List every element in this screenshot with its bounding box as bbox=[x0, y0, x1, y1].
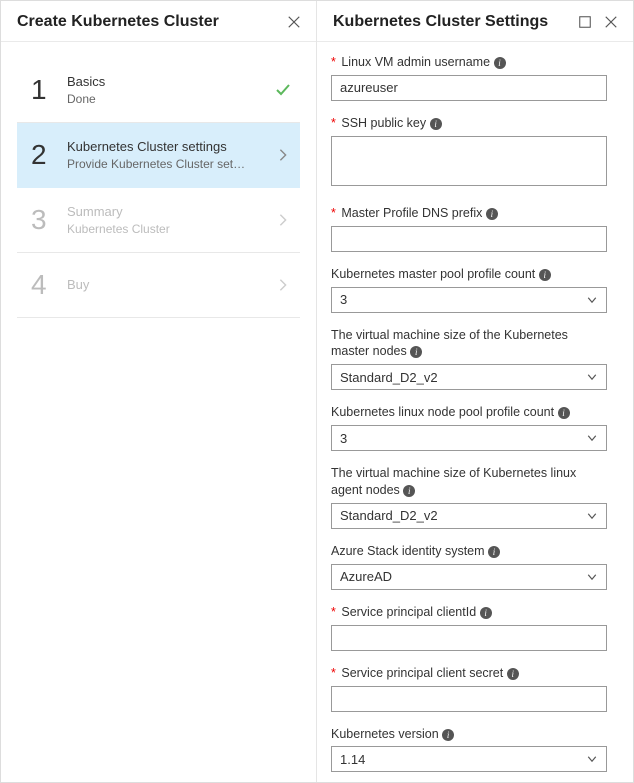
select-value: 3 bbox=[340, 431, 347, 446]
info-icon[interactable]: i bbox=[410, 346, 422, 358]
field-label: Master Profile DNS prefix bbox=[341, 206, 482, 220]
field-label: Service principal client secret bbox=[341, 666, 503, 680]
step-summary[interactable]: 3 Summary Kubernetes Cluster bbox=[17, 188, 300, 253]
required-marker: * bbox=[331, 116, 336, 130]
close-icon[interactable] bbox=[603, 14, 619, 30]
chevron-down-icon bbox=[586, 510, 598, 522]
field-k8s-version: Kubernetes version i 1.14 bbox=[331, 726, 607, 773]
step-number: 3 bbox=[31, 204, 61, 236]
field-label: Kubernetes linux node pool profile count bbox=[331, 405, 554, 419]
required-marker: * bbox=[331, 605, 336, 619]
right-panel-header: Kubernetes Cluster Settings bbox=[317, 1, 633, 42]
field-master-count: Kubernetes master pool profile count i 3 bbox=[331, 266, 607, 313]
chevron-right-icon bbox=[274, 278, 292, 292]
chevron-down-icon bbox=[586, 294, 598, 306]
step-buy[interactable]: 4 Buy bbox=[17, 253, 300, 318]
field-master-size: The virtual machine size of the Kubernet… bbox=[331, 327, 607, 391]
node-size-select[interactable]: Standard_D2_v2 bbox=[331, 503, 607, 529]
master-size-select[interactable]: Standard_D2_v2 bbox=[331, 364, 607, 390]
field-label: Linux VM admin username bbox=[341, 55, 490, 69]
select-value: Standard_D2_v2 bbox=[340, 370, 438, 385]
ssh-key-input[interactable] bbox=[331, 136, 607, 186]
chevron-down-icon bbox=[586, 571, 598, 583]
step-subtitle: Provide Kubernetes Cluster settin... bbox=[67, 157, 247, 171]
field-sp-secret: * Service principal client secret i bbox=[331, 665, 607, 712]
field-label: Kubernetes master pool profile count bbox=[331, 267, 535, 281]
step-title: Basics bbox=[67, 74, 274, 91]
required-marker: * bbox=[331, 206, 336, 220]
right-panel-title: Kubernetes Cluster Settings bbox=[333, 13, 548, 31]
info-icon[interactable]: i bbox=[442, 729, 454, 741]
field-node-count: Kubernetes linux node pool profile count… bbox=[331, 404, 607, 451]
chevron-down-icon bbox=[586, 753, 598, 765]
info-icon[interactable]: i bbox=[403, 485, 415, 497]
sp-clientid-input[interactable] bbox=[331, 625, 607, 651]
required-marker: * bbox=[331, 666, 336, 680]
field-label: Kubernetes version bbox=[331, 727, 439, 741]
step-number: 1 bbox=[31, 74, 61, 106]
maximize-icon[interactable] bbox=[577, 14, 593, 30]
field-identity-system: Azure Stack identity system i AzureAD bbox=[331, 543, 607, 590]
field-sp-clientid: * Service principal clientId i bbox=[331, 604, 607, 651]
linux-username-input[interactable] bbox=[331, 75, 607, 101]
check-icon bbox=[274, 82, 292, 98]
k8s-version-select[interactable]: 1.14 bbox=[331, 746, 607, 772]
info-icon[interactable]: i bbox=[507, 668, 519, 680]
step-title: Summary bbox=[67, 204, 274, 221]
field-node-size: The virtual machine size of Kubernetes l… bbox=[331, 465, 607, 529]
wizard-steps-list: 1 Basics Done 2 Kubernetes Cluster setti… bbox=[1, 42, 316, 318]
sp-secret-input[interactable] bbox=[331, 686, 607, 712]
field-label: The virtual machine size of the Kubernet… bbox=[331, 328, 568, 359]
select-value: Standard_D2_v2 bbox=[340, 508, 438, 523]
info-icon[interactable]: i bbox=[488, 546, 500, 558]
chevron-right-icon bbox=[274, 213, 292, 227]
field-label: SSH public key bbox=[341, 116, 426, 130]
select-value: AzureAD bbox=[340, 569, 392, 584]
step-basics[interactable]: 1 Basics Done bbox=[17, 58, 300, 123]
chevron-right-icon bbox=[274, 148, 292, 162]
field-dns-prefix: * Master Profile DNS prefix i bbox=[331, 205, 607, 252]
field-label: Azure Stack identity system bbox=[331, 544, 485, 558]
settings-panel: Kubernetes Cluster Settings * Linux VM a… bbox=[317, 1, 633, 782]
info-icon[interactable]: i bbox=[430, 118, 442, 130]
step-subtitle: Kubernetes Cluster bbox=[67, 222, 247, 236]
settings-form: * Linux VM admin username i * SSH public… bbox=[317, 42, 633, 782]
info-icon[interactable]: i bbox=[558, 407, 570, 419]
info-icon[interactable]: i bbox=[486, 208, 498, 220]
left-panel-header: Create Kubernetes Cluster bbox=[1, 1, 316, 42]
node-count-select[interactable]: 3 bbox=[331, 425, 607, 451]
step-title: Buy bbox=[67, 277, 274, 294]
required-marker: * bbox=[331, 55, 336, 69]
field-linux-username: * Linux VM admin username i bbox=[331, 54, 607, 101]
step-subtitle: Done bbox=[67, 92, 247, 106]
info-icon[interactable]: i bbox=[539, 269, 551, 281]
info-icon[interactable]: i bbox=[494, 57, 506, 69]
select-value: 1.14 bbox=[340, 752, 365, 767]
identity-system-select[interactable]: AzureAD bbox=[331, 564, 607, 590]
master-count-select[interactable]: 3 bbox=[331, 287, 607, 313]
field-label: Service principal clientId bbox=[341, 605, 476, 619]
left-panel-title: Create Kubernetes Cluster bbox=[17, 13, 219, 31]
field-ssh-key: * SSH public key i bbox=[331, 115, 607, 191]
chevron-down-icon bbox=[586, 371, 598, 383]
step-number: 2 bbox=[31, 139, 61, 171]
field-label: The virtual machine size of Kubernetes l… bbox=[331, 466, 576, 497]
step-number: 4 bbox=[31, 269, 61, 301]
dns-prefix-input[interactable] bbox=[331, 226, 607, 252]
step-cluster-settings[interactable]: 2 Kubernetes Cluster settings Provide Ku… bbox=[17, 123, 300, 188]
chevron-down-icon bbox=[586, 432, 598, 444]
close-icon[interactable] bbox=[286, 14, 302, 30]
wizard-steps-panel: Create Kubernetes Cluster 1 Basics Done … bbox=[1, 1, 317, 782]
step-title: Kubernetes Cluster settings bbox=[67, 139, 274, 156]
select-value: 3 bbox=[340, 292, 347, 307]
info-icon[interactable]: i bbox=[480, 607, 492, 619]
